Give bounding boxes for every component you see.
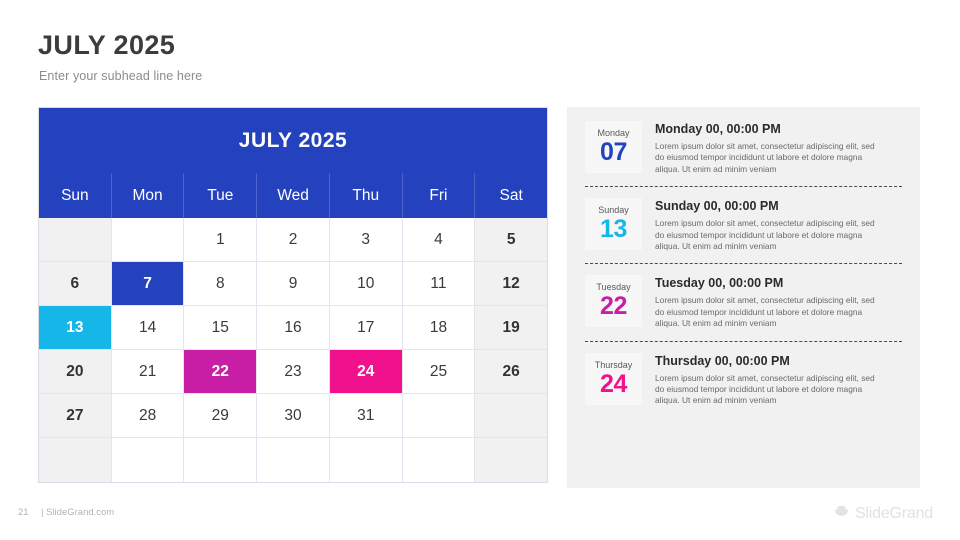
event-body: Tuesday 00, 00:00 PM Lorem ipsum dolor si…: [642, 275, 883, 329]
event-item[interactable]: Thursday 24 Thursday 00, 00:00 PM Lorem ips…: [585, 352, 902, 407]
calendar-day-cell[interactable]: 8: [184, 262, 258, 306]
event-item[interactable]: Monday 07 Monday 00, 00:00 PM Lorem ipsum d…: [585, 121, 902, 175]
calendar-day-cell[interactable]: 18: [402, 306, 476, 350]
page-subhead: Enter your subhead line here: [39, 69, 203, 83]
event-body: Thursday 00, 00:00 PM Lorem ipsum dolor s…: [642, 353, 883, 407]
calendar-week-row: 6 7 8 9 10 11 12: [39, 262, 548, 306]
calendar-day-cell[interactable]: 9: [257, 262, 330, 306]
event-list: Monday 07 Monday 00, 00:00 PM Lorem ipsum d…: [567, 107, 920, 407]
calendar-day-cell[interactable]: 6: [39, 262, 112, 306]
event-description: Lorem ipsum dolor sit amet, consectetur …: [655, 141, 875, 174]
calendar-day-cell[interactable]: 23: [257, 350, 330, 394]
calendar-day-cell[interactable]: 3: [329, 218, 403, 262]
calendar-empty-cell: [475, 438, 548, 482]
calendar-day-cell[interactable]: 29: [184, 394, 258, 438]
calendar-dow-mon: Mon: [111, 173, 185, 218]
calendar-dow-sat: Sat: [475, 173, 548, 218]
event-date-badge: Thursday 24: [585, 352, 642, 405]
event-description: Lorem ipsum dolor sit amet, consectetur …: [655, 295, 875, 329]
calendar-day-cell[interactable]: 20: [39, 350, 112, 394]
event-title: Thursday 00, 00:00 PM: [655, 353, 790, 368]
event-title: Sunday 00, 00:00 PM: [655, 199, 779, 214]
calendar-empty-cell: [111, 438, 185, 482]
calendar-day-cell[interactable]: 14: [111, 306, 185, 350]
calendar-widget: JULY 2025 Sun Mon Tue Wed Thu Fri Sat 12345678…: [38, 107, 548, 483]
calendar-dow-fri: Fri: [402, 173, 476, 218]
calendar-day-cell[interactable]: 1: [184, 218, 258, 262]
calendar-dow-thu: Thu: [329, 173, 403, 218]
calendar-day-cell[interactable]: 31: [329, 394, 403, 438]
calendar-day-cell[interactable]: 16: [257, 306, 330, 350]
page-title: JULY 2025: [38, 30, 176, 60]
event-date-badge: Tuesday 22: [585, 275, 642, 328]
calendar-month-title: JULY 2025: [39, 108, 547, 173]
calendar-day-header-row: Sun Mon Tue Wed Thu Fri Sat: [39, 173, 548, 218]
calendar-week-row: [39, 438, 548, 482]
calendar-week-row: 13 14 15 16 17 18 19: [39, 306, 548, 350]
brand-name: SlideGrand: [854, 505, 933, 522]
event-badge-daynumber: 24: [599, 369, 627, 398]
calendar-day-cell[interactable]: 7: [111, 262, 185, 306]
event-panel: Monday 07 Monday 00, 00:00 PM Lorem ipsum d…: [567, 107, 920, 488]
event-body: Monday 00, 00:00 PM Lorem ipsum dolor sit…: [642, 121, 883, 175]
calendar-week-row: 20 21 22 23 24 25 26: [39, 350, 548, 394]
event-separator: [585, 186, 902, 188]
calendar-dow-tue: Tue: [184, 173, 258, 218]
calendar-day-cell[interactable]: 24: [329, 350, 403, 394]
event-title: Tuesday 00, 00:00 PM: [655, 276, 784, 291]
calendar-empty-cell: [111, 218, 185, 262]
calendar-day-cell[interactable]: 4: [402, 218, 476, 262]
calendar-dow-sun: Sun: [39, 173, 112, 218]
calendar-day-cell[interactable]: 15: [184, 306, 258, 350]
calendar-empty-cell: [475, 394, 548, 438]
event-separator: [585, 263, 902, 265]
calendar-day-cell[interactable]: 30: [257, 394, 330, 438]
event-title: Monday 00, 00:00 PM: [655, 122, 781, 136]
calendar-empty-cell: [257, 438, 330, 482]
calendar-day-cell[interactable]: 2: [257, 218, 330, 262]
calendar-empty-cell: [184, 438, 258, 482]
calendar-day-cell[interactable]: 13: [39, 306, 112, 350]
event-date-badge: Sunday 13: [585, 198, 642, 251]
footer-page-number: 21: [18, 507, 29, 518]
calendar-week-row: 27 28 29 30 31: [39, 394, 548, 438]
calendar-week-row: 12345: [39, 218, 548, 262]
calendar-day-cell[interactable]: 5: [475, 218, 548, 262]
event-badge-daynumber: 13: [599, 215, 627, 244]
footer-site-label: | SlideGrand.com: [41, 507, 115, 518]
calendar-empty-cell: [402, 394, 476, 438]
event-date-badge: Monday 07: [585, 121, 642, 173]
event-separator: [585, 340, 902, 342]
calendar-empty-cell: [39, 218, 112, 262]
cup-logo-icon: [833, 503, 850, 525]
event-badge-daynumber: 22: [599, 292, 627, 321]
calendar-dow-wed: Wed: [257, 173, 330, 218]
calendar-empty-cell: [402, 438, 476, 482]
calendar-day-cell[interactable]: 12: [475, 262, 548, 306]
event-body: Sunday 00, 00:00 PM Lorem ipsum dolor sit…: [642, 198, 883, 252]
calendar-day-cell[interactable]: 27: [39, 394, 112, 438]
event-description: Lorem ipsum dolor sit amet, consectetur …: [655, 372, 875, 406]
calendar-empty-cell: [39, 438, 112, 482]
calendar-day-cell[interactable]: 26: [475, 350, 548, 394]
calendar-day-cell[interactable]: 21: [111, 350, 185, 394]
calendar-empty-cell: [329, 438, 403, 482]
event-item[interactable]: Sunday 13 Sunday 00, 00:00 PM Lorem ipsum d…: [585, 198, 902, 252]
brand-logo: SlideGrand: [833, 503, 933, 525]
calendar-grid: 1 2 3 4 5 6 7 8 9 10 11 12 13 14 15 16 17 18 19 20 21 22 23 24 2…: [39, 218, 548, 482]
event-description: Lorem ipsum dolor sit amet, consectetur …: [655, 218, 875, 252]
calendar-day-cell[interactable]: 22: [184, 350, 258, 394]
calendar-day-cell[interactable]: 19: [475, 306, 548, 350]
calendar-day-cell[interactable]: 10: [329, 262, 403, 306]
calendar-day-cell[interactable]: 11: [402, 262, 476, 306]
calendar-day-cell[interactable]: 17: [329, 306, 403, 350]
calendar-day-cell[interactable]: 28: [111, 394, 185, 438]
event-badge-daynumber: 07: [599, 138, 627, 166]
event-badge-weekday: Thursday: [594, 359, 633, 370]
calendar-day-cell[interactable]: 25: [402, 350, 476, 394]
event-item[interactable]: Tuesday 22 Tuesday 00, 00:00 PM Lorem ipsum…: [585, 275, 902, 329]
